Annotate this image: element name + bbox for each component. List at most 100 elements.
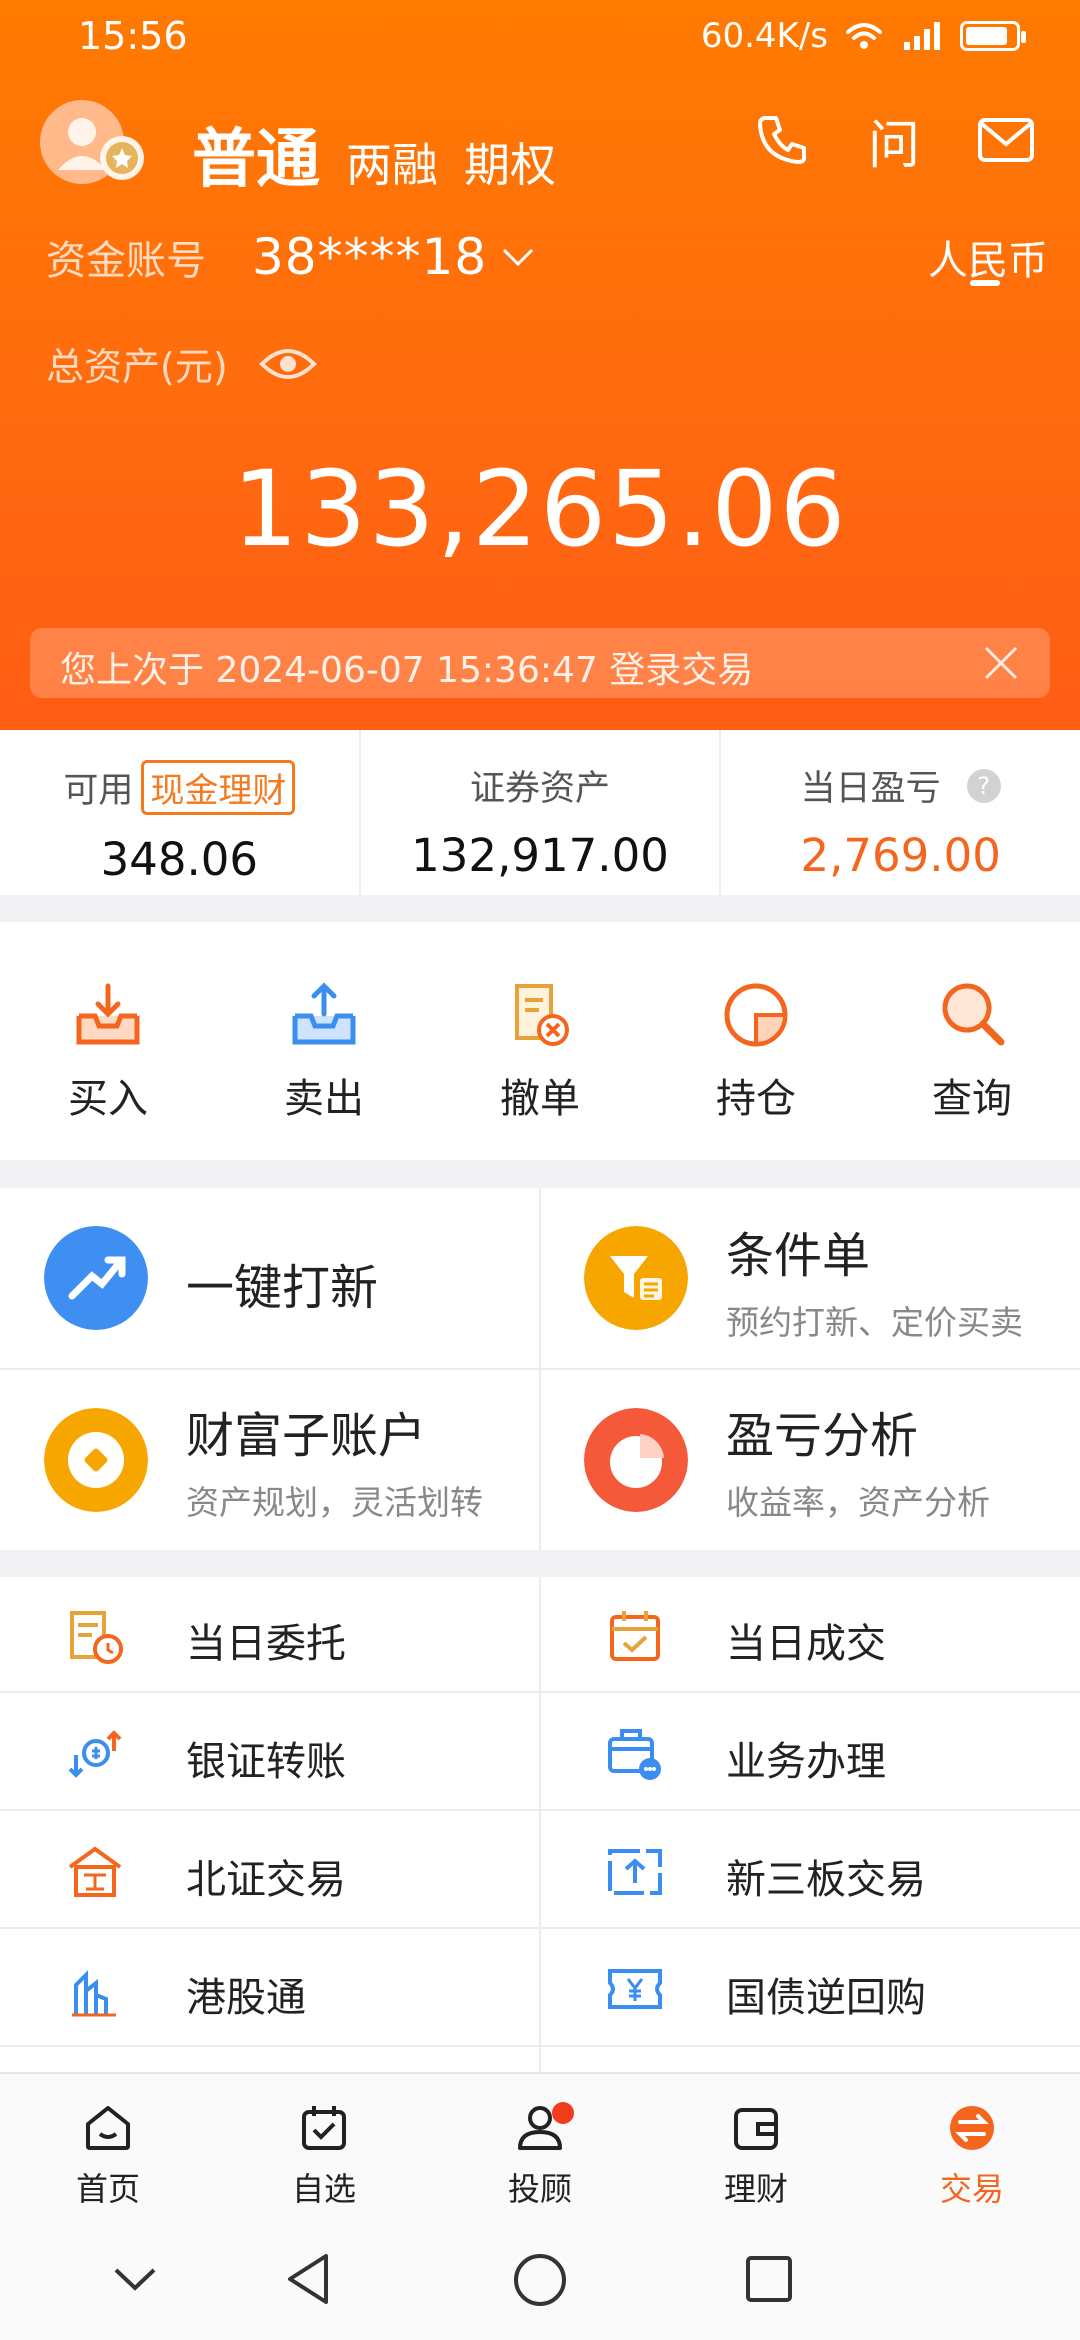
tab-options[interactable]: 期权: [464, 129, 556, 195]
hk-label: 港股通: [186, 1975, 306, 2021]
buy-icon: [76, 983, 140, 1045]
trade-icon: [950, 2106, 994, 2150]
building-icon: [68, 1846, 122, 1897]
header-actions: 问: [752, 110, 1036, 176]
feature-divider-horizontal: [0, 1368, 1080, 1370]
phone-icon[interactable]: [752, 110, 812, 170]
feature-condition-order[interactable]: 条件单 预约打新、定价买卖: [540, 1188, 1080, 1368]
tab-normal[interactable]: 普通: [192, 108, 320, 200]
nav-home-icon[interactable]: [512, 2252, 568, 2308]
briefcase-icon: [608, 1729, 661, 1780]
tab-home[interactable]: 首页: [0, 2074, 216, 2220]
status-right: 60.4K/s: [701, 16, 1026, 56]
currency-label: 人民币: [928, 238, 1048, 284]
tab-advisor-label: 投顾: [507, 2170, 572, 2208]
list-item-hk[interactable]: 港股通: [0, 1931, 540, 2047]
transfer-icon: [68, 1730, 122, 1778]
query-button[interactable]: 查询: [864, 922, 1080, 1160]
currency-selector[interactable]: 人民币: [928, 228, 1048, 286]
service-list: 当日委托 当日成交 银证转账 业务办理 北证交易 新三板交易 港股通 国债逆回购: [0, 1577, 1080, 2072]
pnl-analysis-sub: 收益率，资产分析: [726, 1483, 990, 1522]
list-item-deal[interactable]: 当日成交: [540, 1577, 1080, 1693]
sell-button[interactable]: 卖出: [216, 922, 432, 1160]
tab-watchlist-label: 自选: [291, 2170, 356, 2208]
query-label: 查询: [932, 1076, 1012, 1122]
system-nav-bar: [0, 2220, 1080, 2340]
business-label: 业务办理: [726, 1739, 886, 1785]
list-item-business[interactable]: 业务办理: [540, 1695, 1080, 1811]
cancel-order-button[interactable]: 撤单: [432, 922, 648, 1160]
securities-label: 证券资产: [470, 769, 611, 809]
pnl-analysis-title: 盈亏分析: [726, 1408, 919, 1464]
filter-icon: [584, 1226, 688, 1330]
notification-dot: [552, 2102, 574, 2124]
account-number: 38****18: [252, 228, 488, 286]
feature-wealth-account[interactable]: 财富子账户 资产规划，灵活划转: [0, 1370, 540, 1550]
hk-skyline-icon: [72, 1970, 116, 2017]
available-label: 可用: [63, 771, 134, 811]
total-assets-value: 133,265.06: [232, 448, 848, 570]
nav-back-icon[interactable]: [284, 2252, 334, 2306]
avatar[interactable]: [38, 98, 150, 186]
tab-advisor[interactable]: 投顾: [432, 2074, 648, 2220]
close-icon[interactable]: [980, 642, 1022, 684]
feature-pnl-analysis[interactable]: 盈亏分析 收益率，资产分析: [540, 1370, 1080, 1550]
repo-label: 国债逆回购: [726, 1975, 926, 2021]
sell-label: 卖出: [284, 1076, 364, 1122]
tab-finance[interactable]: 理财: [648, 2074, 864, 2220]
nav-recent-icon[interactable]: [744, 2254, 794, 2304]
account-type-tabs: 普通 两融 期权: [192, 108, 556, 200]
status-time: 15:56: [78, 14, 188, 58]
trade-actions: 买入 卖出 撤单 持仓 查询: [0, 922, 1080, 1160]
position-button[interactable]: 持仓: [648, 922, 864, 1160]
list-item-bse[interactable]: 北证交易: [0, 1813, 540, 1929]
account-number-row[interactable]: 资金账号 38****18: [46, 228, 535, 286]
tab-watchlist[interactable]: 自选: [216, 2074, 432, 2220]
list-divider-vertical: [539, 1577, 541, 2072]
deal-label: 当日成交: [726, 1621, 886, 1667]
tab-trade[interactable]: 交易: [864, 2074, 1080, 2220]
cancel-order-icon: [515, 984, 569, 1046]
daily-pnl[interactable]: 当日盈亏? 2,769.00: [721, 730, 1080, 895]
condition-order-title: 条件单: [726, 1228, 871, 1284]
wealth-account-sub: 资产规划，灵活划转: [186, 1483, 483, 1522]
status-bar: 15:56 60.4K/s: [0, 0, 1080, 74]
chevron-down-icon: [503, 248, 534, 267]
mail-icon[interactable]: [976, 110, 1036, 170]
ask-button[interactable]: 问: [864, 110, 924, 176]
cash-management-tag[interactable]: 现金理财: [141, 760, 296, 815]
eye-icon[interactable]: [258, 344, 318, 384]
available-funds[interactable]: 可用 现金理财 348.06: [0, 730, 361, 895]
help-icon[interactable]: ?: [966, 768, 1001, 803]
calendar-check-icon: [610, 1611, 660, 1661]
bse-label: 北证交易: [186, 1857, 346, 1903]
account-label: 资金账号: [46, 238, 206, 284]
total-assets-label: 总资产(元): [46, 345, 228, 389]
asset-summary: 可用 现金理财 348.06 证券资产 132,917.00 当日盈亏? 2,76…: [0, 730, 1080, 895]
total-assets-label-row: 总资产(元): [46, 336, 318, 391]
pie-analysis-icon: [584, 1408, 688, 1512]
wallet-icon: [734, 2108, 778, 2150]
buy-button[interactable]: 买入: [0, 922, 216, 1160]
securities-assets[interactable]: 证券资产 132,917.00: [361, 730, 722, 895]
home-icon: [86, 2106, 130, 2150]
list-item-neeq[interactable]: 新三板交易: [540, 1813, 1080, 1929]
list-item-repo[interactable]: 国债逆回购: [540, 1931, 1080, 2047]
battery-icon: [960, 21, 1026, 51]
yen-ticket-icon: [608, 1969, 662, 2009]
list-item-transfer[interactable]: 银证转账: [0, 1695, 540, 1811]
feature-ipo[interactable]: 一键打新: [0, 1188, 540, 1368]
tab-home-label: 首页: [75, 2170, 140, 2208]
nav-collapse-icon[interactable]: [112, 2264, 158, 2294]
entrust-label: 当日委托: [186, 1621, 346, 1667]
currency-underline: [970, 280, 1000, 286]
neeq-label: 新三板交易: [726, 1857, 926, 1903]
pnl-value: 2,769.00: [800, 829, 1001, 882]
buy-label: 买入: [68, 1076, 148, 1122]
list-item-entrust[interactable]: 当日委托: [0, 1577, 540, 1693]
search-icon: [942, 983, 1005, 1046]
watchlist-icon: [302, 2106, 346, 2150]
position-label: 持仓: [716, 1076, 796, 1122]
tab-margin[interactable]: 两融: [346, 129, 438, 195]
transfer-label: 银证转账: [186, 1739, 346, 1785]
